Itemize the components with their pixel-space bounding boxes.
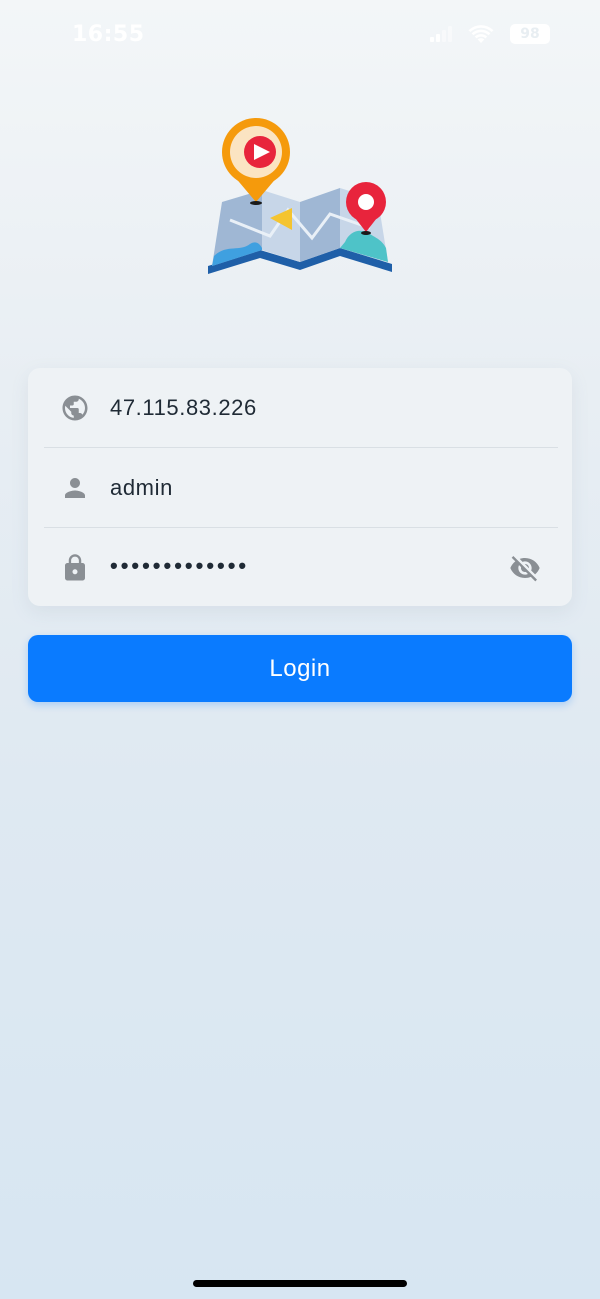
- server-field[interactable]: 47.115.83.226: [28, 368, 572, 447]
- login-button[interactable]: Login: [28, 635, 572, 702]
- password-input[interactable]: •••••••••••••: [110, 553, 249, 579]
- password-field[interactable]: •••••••••••••: [28, 528, 572, 607]
- lock-icon: [65, 554, 85, 581]
- home-indicator: [193, 1280, 407, 1287]
- login-form: 47.115.83.226 admin •••••••••••••: [28, 368, 572, 606]
- username-field[interactable]: admin: [28, 448, 572, 527]
- status-time: 16:55: [72, 22, 145, 47]
- globe-icon: [62, 395, 88, 421]
- map-location-video-logo: [208, 118, 392, 274]
- username-input[interactable]: admin: [110, 475, 173, 501]
- person-icon: [65, 478, 85, 498]
- battery-icon: 98: [510, 24, 550, 44]
- wifi-icon: [468, 24, 494, 43]
- eye-off-icon[interactable]: [508, 552, 542, 584]
- status-bar: 16:55 98: [0, 0, 600, 70]
- status-indicators: 98: [430, 24, 550, 44]
- server-input[interactable]: 47.115.83.226: [110, 395, 257, 421]
- battery-level: 98: [520, 26, 540, 42]
- cellular-signal-icon: [430, 26, 452, 42]
